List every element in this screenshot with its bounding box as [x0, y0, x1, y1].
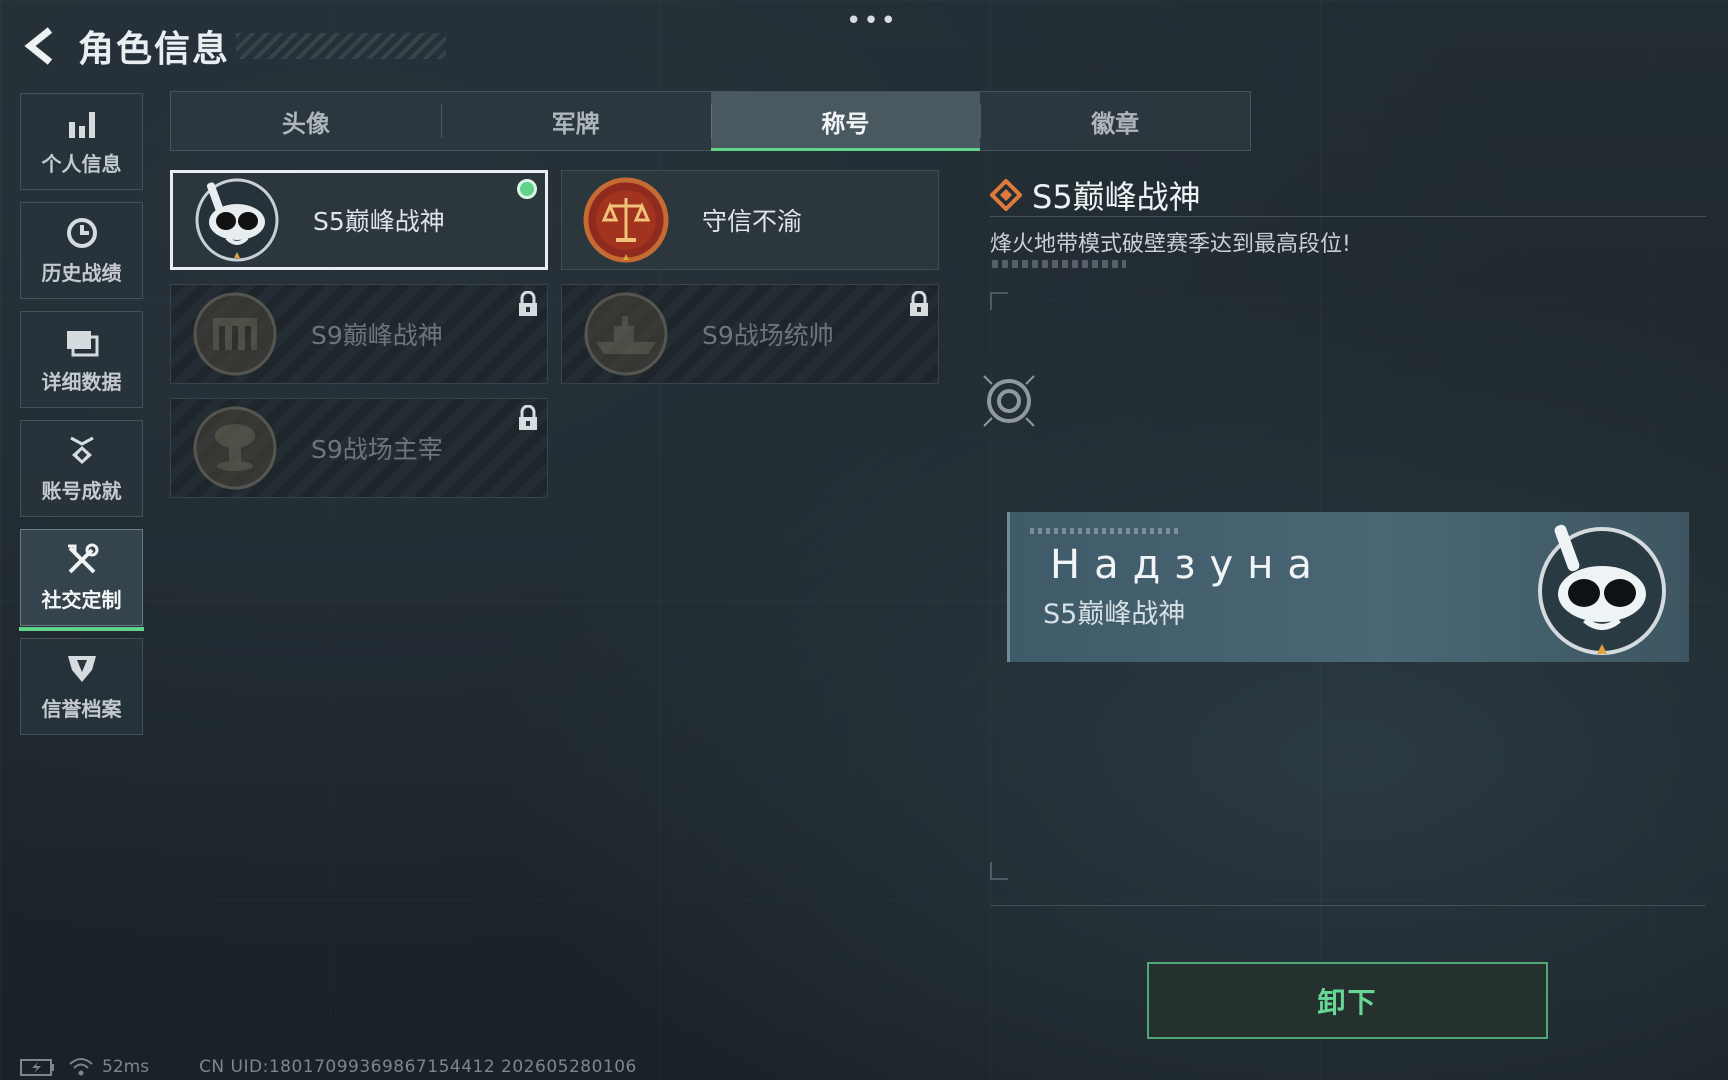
- preview-frame-corner: [990, 292, 1008, 310]
- tab-avatar[interactable]: 头像: [171, 92, 441, 150]
- sidebar-item-label: 信誉档案: [41, 697, 122, 721]
- preview-frame-corner: [990, 862, 1008, 880]
- tab-dog-tag[interactable]: 军牌: [440, 92, 711, 150]
- sidebar-item-detailed-data[interactable]: 详细数据: [20, 311, 143, 408]
- title-card-label: S9战场主宰: [311, 435, 443, 464]
- mushroom-cloud-medal-icon: [189, 402, 281, 494]
- fortress-medal-icon: [189, 288, 281, 380]
- lock-icon: [517, 290, 539, 321]
- sidebar-item-label: 社交定制: [41, 588, 122, 612]
- back-button[interactable]: [20, 24, 64, 68]
- unequip-button[interactable]: 卸下: [1147, 962, 1548, 1039]
- detail-title: S5巅峰战神: [1032, 178, 1201, 216]
- title-card-s9-battlefield-master[interactable]: S9战场主宰: [170, 398, 548, 498]
- sidebar-item-credit-record[interactable]: 信誉档案: [20, 638, 143, 735]
- credit-shield-icon: [65, 651, 99, 687]
- detail-subtext-decoration: [992, 260, 1126, 268]
- nameplate-title: S5巅峰战神: [1043, 599, 1186, 630]
- title-card-s9-peak-warrior[interactable]: S9巅峰战神: [170, 284, 548, 384]
- detail-description: 烽火地带模式破壁赛季达到最高段位!: [990, 232, 1351, 257]
- status-bar: 52ms CN UID:18017099369867154412 2026052…: [20, 1056, 637, 1078]
- battery-charging-icon: [20, 1059, 54, 1076]
- ping-readout: 52ms: [102, 1057, 150, 1077]
- diamond-marker-icon: [990, 179, 1022, 211]
- equipped-indicator-dot: [517, 179, 537, 199]
- lock-icon: [517, 404, 539, 435]
- sidebar-item-label: 个人信息: [41, 152, 122, 176]
- achievement-medal-icon: [65, 433, 99, 469]
- back-arrow-icon: [24, 27, 53, 65]
- sidebar-item-achievements[interactable]: 账号成就: [20, 420, 143, 517]
- warship-medal-icon: [580, 288, 672, 380]
- target-reticle-icon[interactable]: [980, 372, 1038, 434]
- sidebar-item-history[interactable]: 历史战绩: [20, 202, 143, 299]
- sidebar-item-label: 账号成就: [41, 479, 122, 503]
- sidebar-item-personal-info[interactable]: 个人信息: [20, 93, 143, 190]
- title-card-label: 守信不渝: [702, 207, 803, 236]
- lock-icon: [908, 290, 930, 321]
- tab-title[interactable]: 称号: [710, 92, 981, 151]
- bottom-divider: [990, 905, 1706, 906]
- title-card-keep-faith[interactable]: 守信不渝: [561, 170, 939, 270]
- folder-icon: [65, 324, 99, 360]
- clock-history-icon: [65, 215, 99, 251]
- diver-mask-medal-icon: [1527, 516, 1677, 666]
- user-uid: CN UID:18017099369867154412 202605280106: [199, 1057, 637, 1077]
- nameplate-preview: Надзуна S5巅峰战神: [1007, 512, 1689, 662]
- bar-chart-icon: [66, 106, 98, 142]
- sidebar: 个人信息 历史战绩 详细数据 账号成就 社交定制 信誉档案: [19, 93, 144, 747]
- header-bar: 角色信息: [20, 18, 447, 74]
- sidebar-item-label: 历史战绩: [41, 261, 122, 285]
- more-dots-icon[interactable]: •••: [846, 6, 898, 36]
- justice-scales-medal-icon: [580, 174, 672, 266]
- unequip-button-label: 卸下: [1317, 985, 1378, 1019]
- tab-bar: 头像 军牌 称号 徽章: [170, 91, 1251, 151]
- title-card-label: S5巅峰战神: [313, 207, 445, 236]
- title-decoration: [236, 33, 447, 59]
- tools-wrench-icon: [65, 542, 99, 578]
- title-card-s9-commander[interactable]: S9战场统帅: [561, 284, 939, 384]
- title-card-s5-peak-warrior[interactable]: S5巅峰战神: [170, 170, 548, 270]
- title-card-label: S9战场统帅: [702, 321, 834, 350]
- tab-badge[interactable]: 徽章: [980, 92, 1250, 150]
- title-card-label: S9巅峰战神: [311, 321, 443, 350]
- sidebar-item-label: 详细数据: [41, 370, 122, 394]
- page-title: 角色信息: [78, 29, 231, 70]
- diver-mask-medal-icon: [191, 174, 283, 266]
- detail-header: S5巅峰战神: [990, 172, 1201, 218]
- nameplate-player-name: Надзуна: [1050, 542, 1326, 588]
- wifi-icon: [69, 1058, 93, 1076]
- detail-divider: [990, 216, 1706, 217]
- sidebar-item-social-custom[interactable]: 社交定制: [19, 529, 144, 631]
- nameplate-decoration: [1030, 528, 1180, 534]
